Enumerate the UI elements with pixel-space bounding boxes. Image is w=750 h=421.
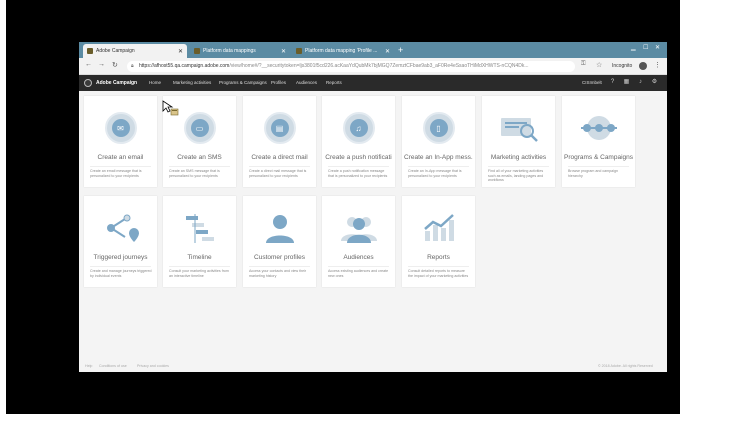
maximize-icon[interactable]: ☐ — [643, 44, 648, 51]
card-audiences[interactable]: Audiences Access existing audiences and … — [322, 196, 395, 287]
direct-mail-icon: ▤ — [270, 119, 289, 137]
video-frame: Adobe Campaign ✕ Platform data mappings … — [0, 0, 750, 421]
nav-programs-campaigns[interactable]: Programs & Campaigns — [219, 80, 267, 85]
url-field[interactable]: 🔒︎ https://afhost55.qa.campaign.adobe.co… — [127, 61, 575, 72]
audiences-icon — [340, 217, 377, 243]
close-icon[interactable]: ✕ — [281, 48, 286, 55]
close-icon[interactable]: ✕ — [178, 48, 183, 55]
sms-icon: ▭ — [190, 119, 209, 137]
adobe-favicon-icon — [296, 48, 302, 54]
tab-platform-data-mapping-profile[interactable]: Platform data mapping 'Profile ... ✕ — [292, 44, 394, 58]
card-marketing-activities[interactable]: Marketing activities Find all of your ma… — [482, 96, 555, 187]
help-icon[interactable]: ? — [609, 79, 616, 86]
apps-grid-icon[interactable]: ▦ — [623, 79, 630, 86]
incognito-avatar-icon[interactable] — [639, 62, 647, 70]
address-bar: ← → ↻ 🔒︎ https://afhost55.qa.campaign.ad… — [79, 58, 667, 75]
left-border — [0, 0, 6, 421]
adobe-favicon-icon — [194, 48, 200, 54]
notifications-bell-icon[interactable]: ♪ — [637, 79, 644, 86]
minimize-icon[interactable]: ▁ — [631, 44, 636, 51]
tab-strip: Adobe Campaign ✕ Platform data mappings … — [79, 42, 667, 58]
right-border — [675, 0, 750, 421]
marketing-activities-icon — [500, 118, 538, 142]
key-icon[interactable]: ⚿ — [581, 61, 586, 68]
card-programs-campaigns[interactable]: Programs & Campaigns Browse program and … — [562, 96, 635, 187]
card-customer-profiles[interactable]: Customer profiles Access your contacts a… — [243, 196, 316, 287]
home-card-grid: ✉ Create an email Create an email messag… — [79, 91, 667, 361]
card-create-direct-mail[interactable]: ▤ Create a direct mail Create a direct m… — [243, 96, 316, 187]
browser-menu-icon[interactable]: ⋮ — [654, 61, 661, 69]
card-reports[interactable]: Reports Consult detailed reports to meas… — [402, 196, 475, 287]
programs-icon — [580, 116, 617, 140]
incognito-label: Incognito — [612, 63, 633, 69]
nav-marketing-activities[interactable]: Marketing activities — [173, 80, 211, 85]
adobe-favicon-icon — [87, 48, 93, 54]
footer-help-link[interactable]: Help — [85, 364, 92, 368]
nav-reports[interactable]: Reports — [326, 80, 342, 85]
lock-icon: 🔒︎ — [131, 63, 134, 69]
bookmark-star-icon[interactable]: ☆ — [596, 61, 602, 69]
reload-icon[interactable]: ↻ — [112, 61, 118, 69]
adobe-campaign-logo-icon — [84, 79, 92, 87]
card-create-in-app[interactable]: ▯ Create an In-App mess... Create an In-… — [402, 96, 475, 187]
footer-conditions-link[interactable]: Conditions of use — [99, 364, 127, 368]
card-create-email[interactable]: ✉ Create an email Create an email messag… — [84, 96, 157, 187]
page-footer: Help Conditions of use Privacy and cooki… — [79, 361, 667, 372]
user-name[interactable]: CISImbelt — [582, 80, 602, 85]
bell-icon: ♫ — [349, 119, 368, 137]
mobile-icon: ▯ — [429, 119, 448, 137]
settings-gear-icon[interactable]: ⚙ — [651, 79, 658, 86]
person-icon — [265, 215, 294, 243]
app-header: Adobe Campaign Home Marketing activities… — [79, 75, 667, 91]
footer-copyright: © 2018 Adobe. All rights Reserved — [598, 364, 653, 368]
tab-platform-data-mappings[interactable]: Platform data mappings ✕ — [190, 44, 290, 58]
nav-audiences[interactable]: Audiences — [296, 80, 317, 85]
timeline-icon — [185, 214, 214, 243]
close-icon[interactable]: ✕ — [385, 48, 390, 55]
back-icon[interactable]: ← — [85, 61, 92, 68]
browser-window: Adobe Campaign ✕ Platform data mappings … — [79, 42, 667, 372]
footer-privacy-link[interactable]: Privacy and cookies — [137, 364, 169, 368]
card-timeline[interactable]: Timeline Consult your marketing activiti… — [163, 196, 236, 287]
new-tab-icon[interactable]: + — [398, 45, 403, 55]
mouse-cursor-icon — [162, 100, 179, 116]
window-close-icon[interactable]: ✕ — [655, 44, 660, 51]
card-create-push[interactable]: ♫ Create a push notificati Create a push… — [322, 96, 395, 187]
app-name: Adobe Campaign — [96, 80, 138, 86]
forward-icon[interactable]: → — [98, 61, 105, 68]
journey-icon — [106, 214, 139, 242]
envelope-icon: ✉ — [111, 119, 130, 137]
tab-adobe-campaign[interactable]: Adobe Campaign ✕ — [83, 44, 187, 58]
card-triggered-journeys[interactable]: Triggered journeys Create and manage jou… — [84, 196, 157, 287]
reports-icon — [423, 214, 454, 241]
bottom-border — [0, 414, 750, 421]
nav-home[interactable]: Home — [149, 80, 161, 85]
nav-profiles[interactable]: Profiles — [271, 80, 286, 85]
